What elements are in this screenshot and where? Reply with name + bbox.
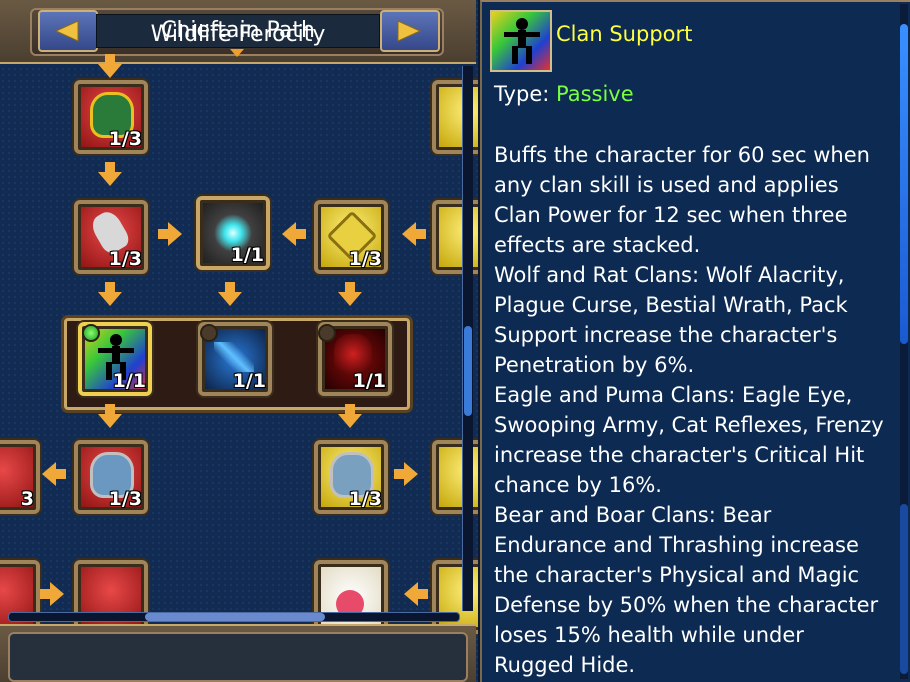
connector-arrow-right bbox=[394, 462, 418, 486]
tree-horizontal-scrollbar[interactable] bbox=[8, 612, 460, 622]
scrollbar-thumb[interactable] bbox=[145, 613, 325, 621]
skill-level: 1/1 bbox=[112, 370, 146, 392]
skill-name: Clan Support bbox=[556, 22, 693, 46]
active-gem-icon bbox=[82, 324, 100, 342]
tooltip-scrollbar[interactable] bbox=[900, 4, 908, 679]
skill-partial-left-2[interactable] bbox=[0, 560, 40, 634]
type-value: Passive bbox=[556, 82, 634, 106]
scrollbar-track-segment bbox=[900, 504, 908, 674]
skill-level: 1/3 bbox=[348, 248, 382, 270]
tree-footer bbox=[0, 624, 476, 682]
type-label: Type: bbox=[494, 82, 550, 106]
claw-icon bbox=[214, 342, 254, 372]
skill-level: 1/3 bbox=[108, 488, 142, 510]
skill-gold-sigil[interactable]: 1/3 bbox=[314, 200, 388, 274]
connector-arrow-right bbox=[40, 582, 64, 606]
connector-arrow-right bbox=[158, 222, 182, 246]
skill-horned-helm-red[interactable]: 1/3 bbox=[74, 440, 148, 514]
inactive-gem-icon bbox=[318, 324, 336, 342]
connector-arrow-down bbox=[218, 282, 242, 306]
skill-tooltip: Clan Support Type: Passive Buffs the cha… bbox=[480, 0, 910, 682]
clan-support-icon bbox=[490, 10, 552, 72]
skill-white-cross[interactable] bbox=[314, 560, 388, 634]
skill-tree: 1/3 1/3 1/1 1/3 1/1 1/1 1/1 3 1/3 1/3 bbox=[0, 54, 478, 634]
skill-level: 1/1 bbox=[230, 244, 264, 266]
skill-horned-helm-yellow[interactable]: 1/3 bbox=[314, 440, 388, 514]
scrollbar-thumb[interactable] bbox=[464, 326, 472, 416]
skill-tree-panel: Chieftain Path 1/3 1/3 1/1 1/3 1/1 1/1 1… bbox=[0, 0, 478, 682]
skill-level: 1/3 bbox=[348, 488, 382, 510]
skill-red-blade[interactable] bbox=[74, 560, 148, 634]
skill-red-axe[interactable]: 1/3 bbox=[74, 200, 148, 274]
skill-level: 1/3 bbox=[108, 128, 142, 150]
skill-level: 1/3 bbox=[108, 248, 142, 270]
figure-icon bbox=[504, 18, 540, 64]
connector-arrow-left bbox=[282, 222, 306, 246]
connector-arrow-left bbox=[402, 222, 426, 246]
connector-arrow-down bbox=[338, 404, 362, 428]
skill-level: 3 bbox=[20, 488, 34, 510]
inactive-gem-icon bbox=[200, 324, 218, 342]
connector-arrow-down bbox=[338, 282, 362, 306]
skill-partial-left[interactable]: 3 bbox=[0, 440, 40, 514]
connector-arrow-down bbox=[98, 54, 122, 78]
skill-type-row: Type: Passive bbox=[494, 82, 634, 106]
skill-crowned-beast[interactable]: 1/3 bbox=[74, 80, 148, 154]
connector-arrow-down bbox=[98, 162, 122, 186]
footer-frame bbox=[8, 632, 468, 682]
rage-icon bbox=[334, 334, 372, 374]
connector-arrow-down bbox=[98, 282, 122, 306]
connector-arrow-left bbox=[42, 462, 66, 486]
scrollbar-thumb[interactable] bbox=[900, 24, 908, 344]
tree-vertical-scrollbar[interactable] bbox=[462, 66, 473, 611]
skill-glow-orb[interactable]: 1/1 bbox=[196, 196, 270, 270]
skill-level: 1/1 bbox=[352, 370, 386, 392]
skill-description: Buffs the character for 60 sec when any … bbox=[494, 143, 884, 677]
footer-title: Wildlife Ferocity bbox=[150, 22, 326, 47]
skill-level: 1/1 bbox=[232, 370, 266, 392]
connector-arrow-down bbox=[98, 404, 122, 428]
connector-arrow-left bbox=[404, 582, 428, 606]
